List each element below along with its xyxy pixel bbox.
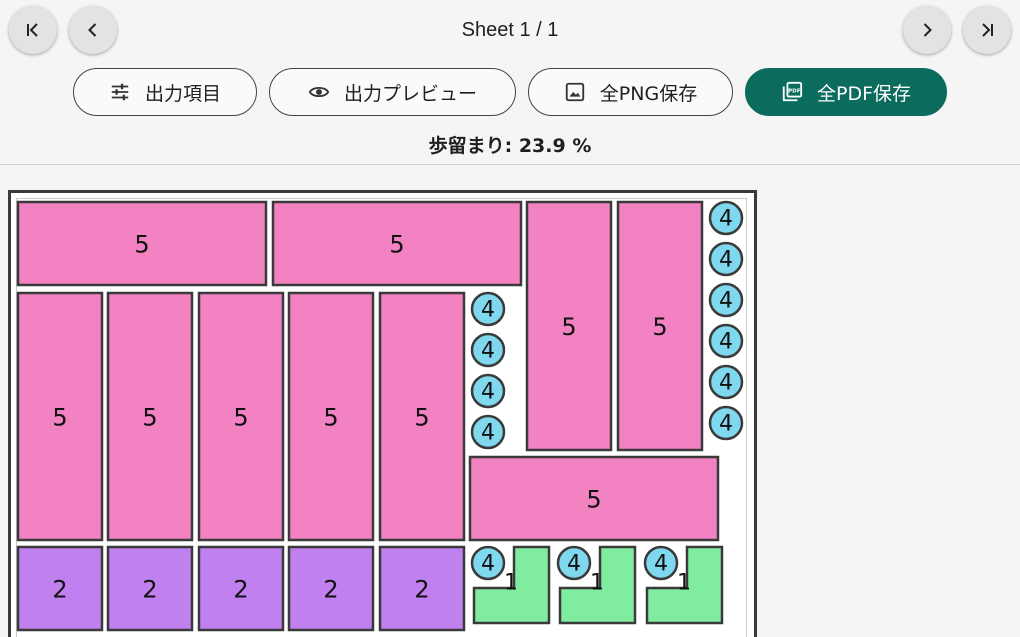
last-page-button[interactable] <box>963 6 1011 54</box>
part-label: 5 <box>52 404 67 432</box>
part-label: 4 <box>481 552 495 577</box>
part-label: 1 <box>677 571 691 596</box>
part-label: 4 <box>719 248 733 273</box>
part-label: 4 <box>719 289 733 314</box>
divider <box>0 164 1020 165</box>
part-label: 4 <box>654 552 668 577</box>
part-label: 2 <box>142 576 157 604</box>
part-label: 2 <box>52 576 67 604</box>
part-label: 5 <box>586 486 601 514</box>
part-label: 4 <box>481 421 495 446</box>
output-preview-label: 出力プレビュー <box>343 82 477 105</box>
part-label: 5 <box>389 231 404 259</box>
part-label: 5 <box>142 404 157 432</box>
part-label: 2 <box>233 576 248 604</box>
part-label: 4 <box>481 339 495 364</box>
output-items-button[interactable]: 出力項目 <box>73 68 257 116</box>
save-all-png-label: 全PNG保存 <box>599 82 698 105</box>
part-label: 4 <box>719 330 733 355</box>
part-label: 4 <box>719 207 733 232</box>
last-page-icon <box>982 23 993 37</box>
next-page-button[interactable] <box>903 6 951 54</box>
image-icon <box>565 82 584 102</box>
part-label: 4 <box>719 371 733 396</box>
chevron-right-icon <box>923 23 932 37</box>
save-all-pdf-button[interactable]: PDF 全PDF保存 <box>745 68 947 116</box>
output-preview-button[interactable]: 出力プレビュー <box>269 68 516 116</box>
output-items-label: 出力項目 <box>144 82 221 105</box>
part-label: 5 <box>323 404 338 432</box>
sheet-indicator: Sheet 1 / 1 <box>461 19 559 41</box>
tune-icon <box>111 83 129 101</box>
part-label: 5 <box>561 313 576 341</box>
pdf-icon: PDF <box>782 81 803 102</box>
part-label: 1 <box>590 571 604 596</box>
part-label: 4 <box>567 552 581 577</box>
part-label: 5 <box>414 404 429 432</box>
svg-text:PDF: PDF <box>788 88 801 94</box>
eye-icon <box>308 86 330 98</box>
save-all-pdf-label: 全PDF保存 <box>816 82 912 105</box>
nesting-sheet: 5 55 55 5 5 5 552 2 2 2 2 1 1 144444444444 4 4 <box>8 190 757 637</box>
part-label: 4 <box>481 298 495 323</box>
yield-rate: 歩留まり: 23.9 % <box>428 135 592 157</box>
part-label: 5 <box>134 231 149 259</box>
part-label: 1 <box>504 571 518 596</box>
part-label: 5 <box>233 404 248 432</box>
part-label: 2 <box>414 576 429 604</box>
save-all-png-button[interactable]: 全PNG保存 <box>528 68 733 116</box>
part-label: 4 <box>481 380 495 405</box>
part-label: 5 <box>652 313 667 341</box>
part-label: 2 <box>323 576 338 604</box>
part-label: 4 <box>719 412 733 437</box>
